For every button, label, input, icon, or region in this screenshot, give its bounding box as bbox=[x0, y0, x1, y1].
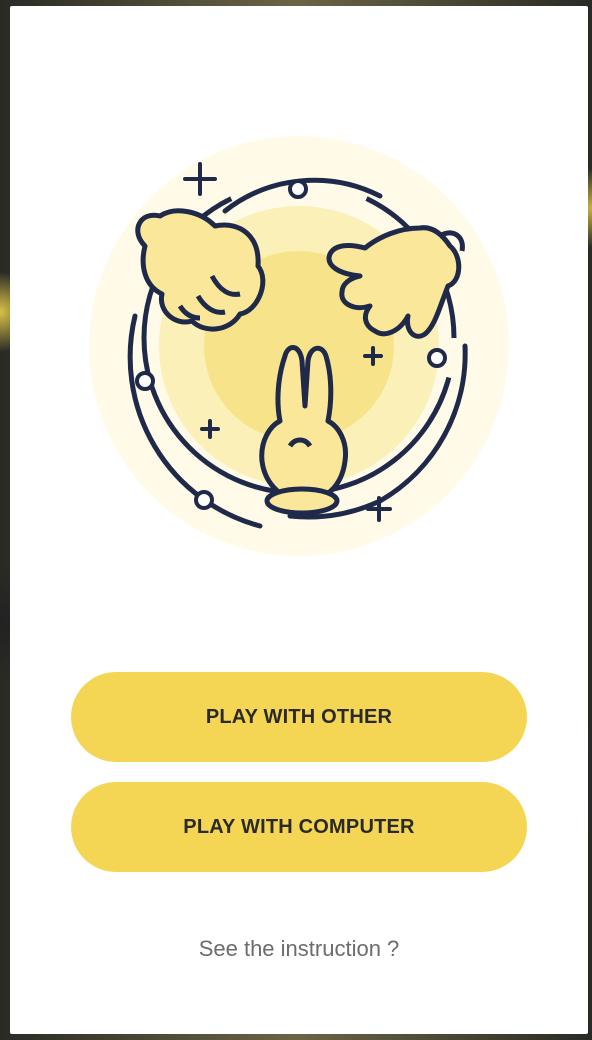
play-with-computer-button[interactable]: PLAY WITH COMPUTER bbox=[71, 782, 527, 872]
hands-icon bbox=[89, 136, 509, 556]
see-instruction-link[interactable]: See the instruction ? bbox=[10, 936, 588, 962]
rock-paper-scissors-illustration bbox=[80, 116, 518, 576]
main-screen: PLAY WITH OTHER PLAY WITH COMPUTER See t… bbox=[10, 6, 588, 1034]
play-with-other-button[interactable]: PLAY WITH OTHER bbox=[71, 672, 527, 762]
